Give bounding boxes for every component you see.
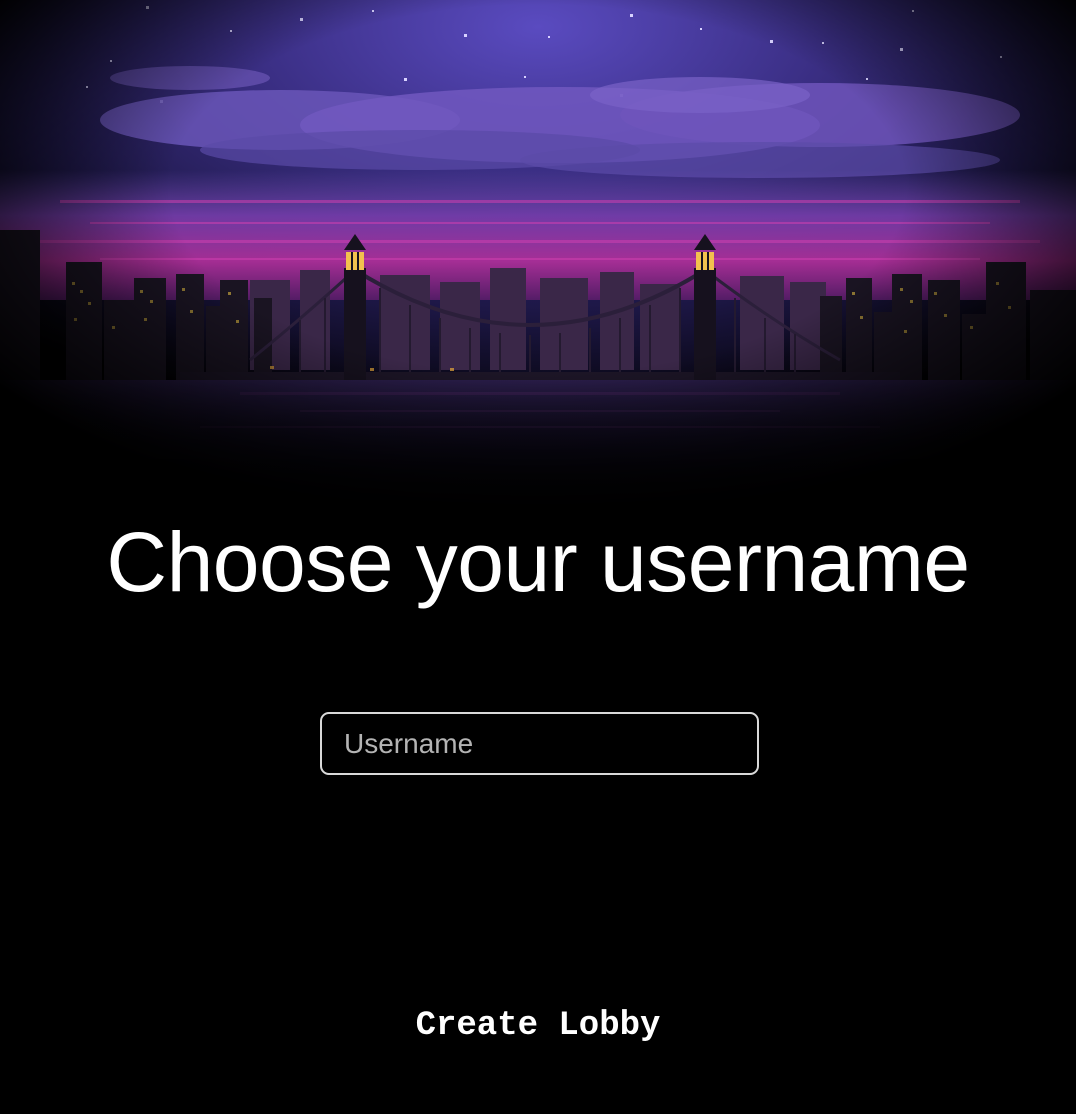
hero-illustration — [0, 0, 1076, 540]
username-input[interactable] — [320, 712, 759, 775]
page-title: Choose your username — [106, 515, 970, 609]
create-lobby-button[interactable]: Create Lobby — [0, 1004, 1076, 1048]
